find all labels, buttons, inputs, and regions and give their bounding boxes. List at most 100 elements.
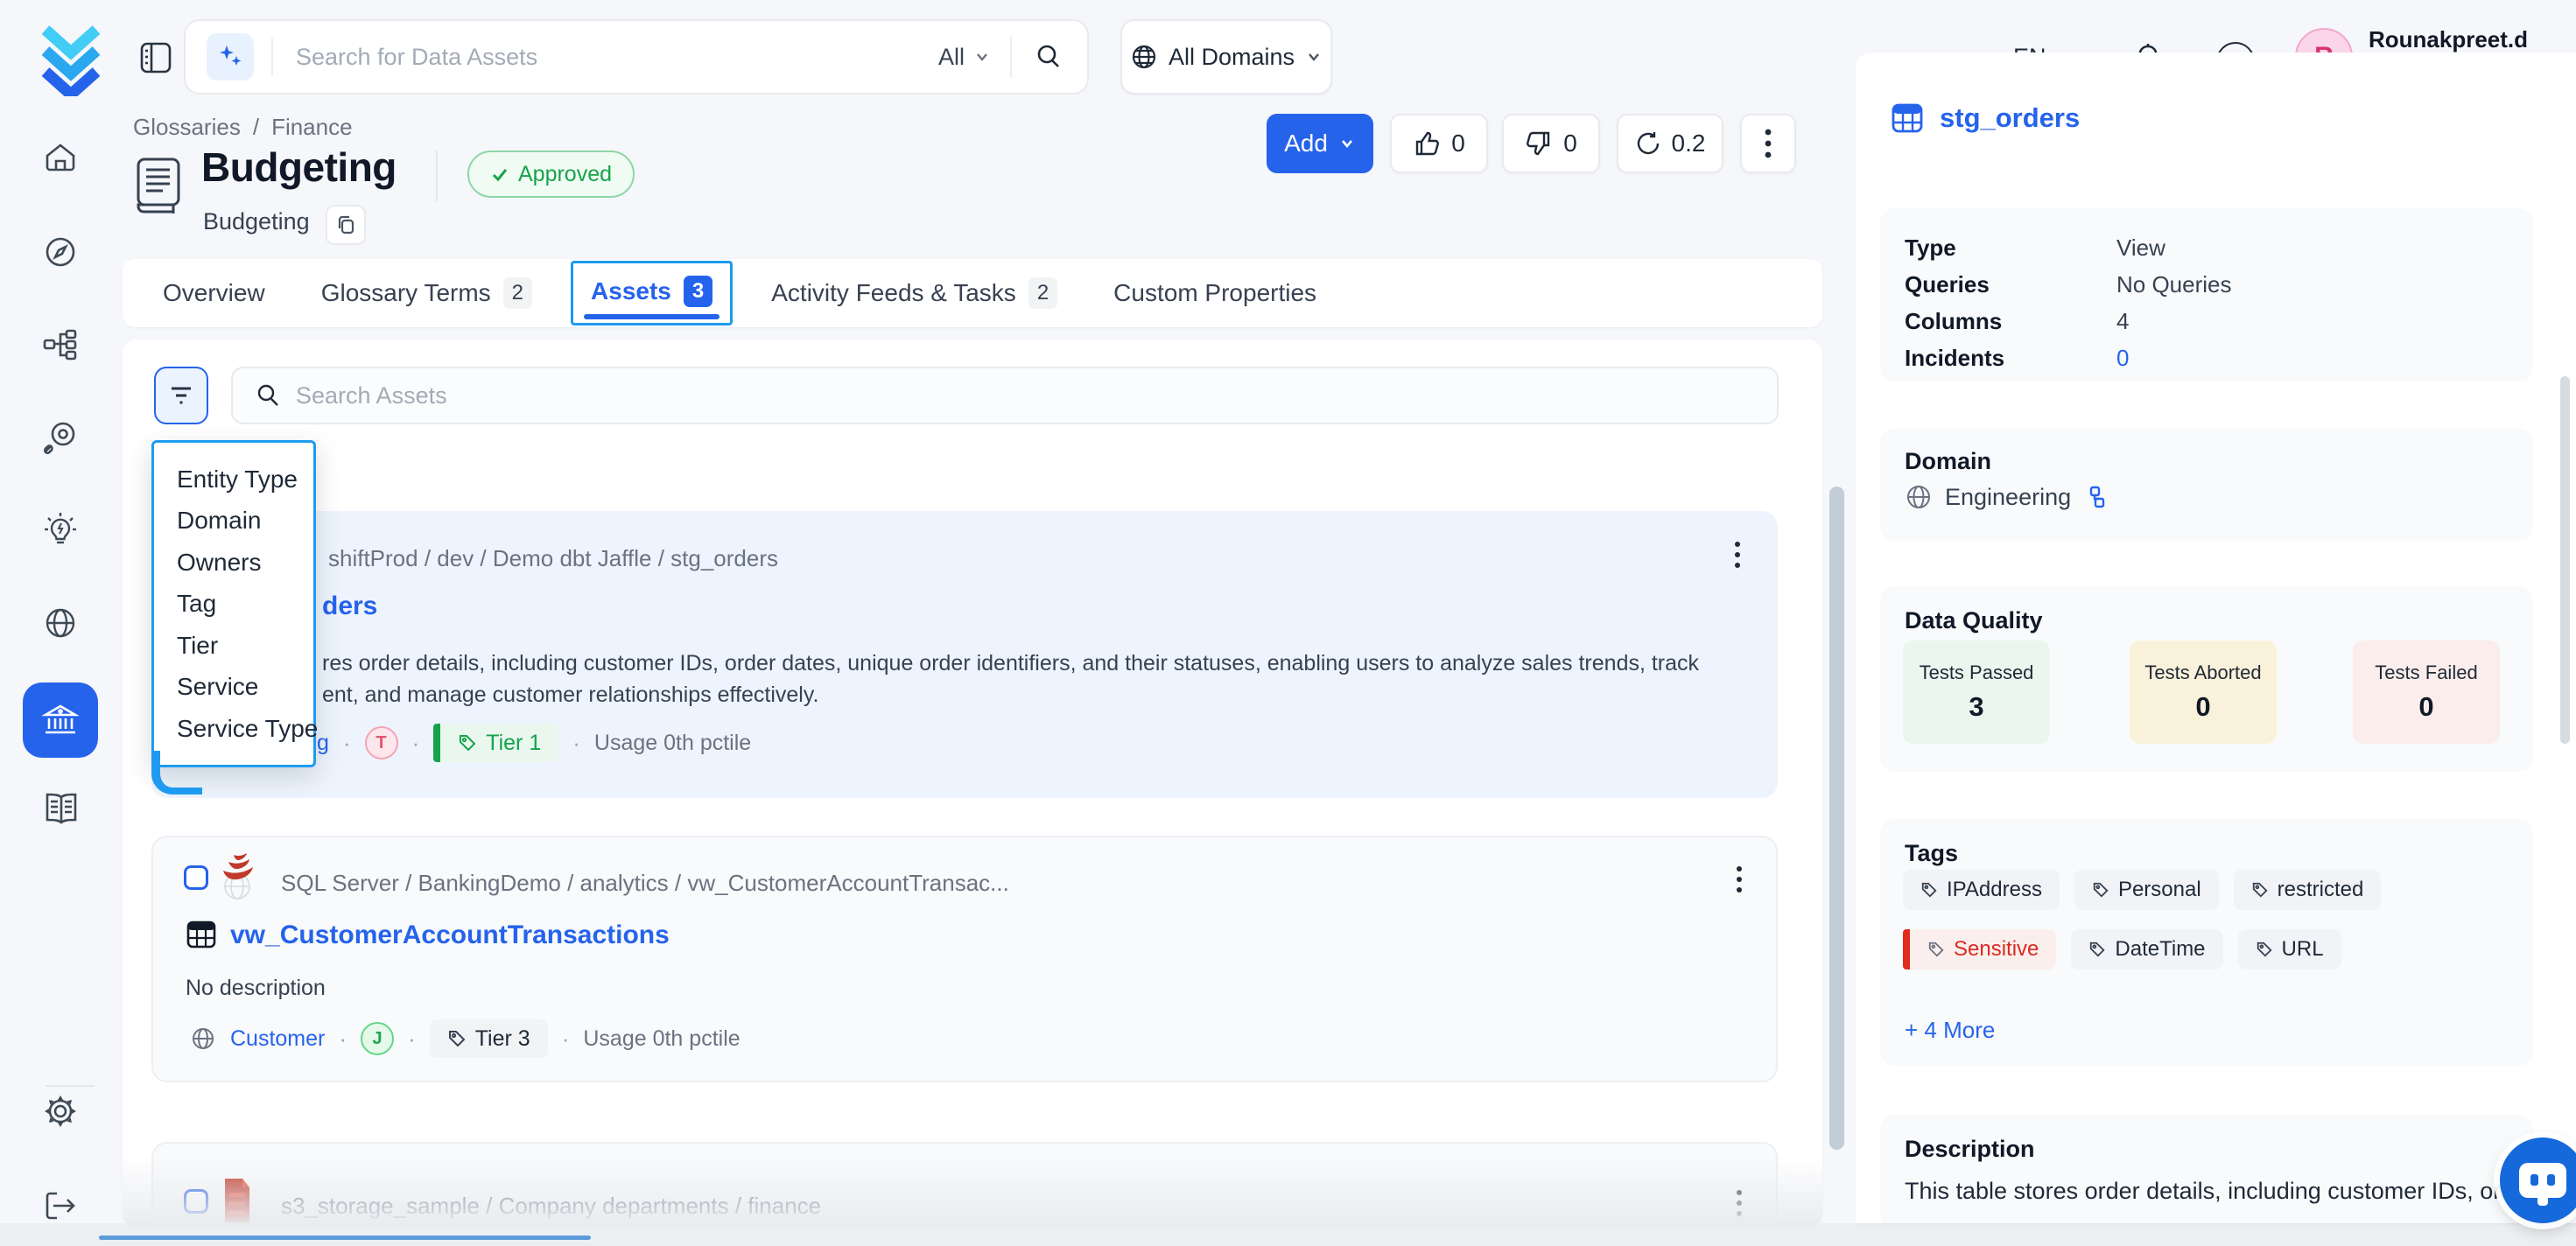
tag-restricted[interactable]: restricted — [2234, 870, 2382, 910]
asset-card-menu-icon[interactable] — [1718, 536, 1757, 574]
gear-icon — [41, 1092, 80, 1130]
horizontal-scrollbar[interactable] — [99, 1236, 591, 1240]
tab-assets[interactable]: Assets 3 — [586, 276, 718, 307]
s3-storage-icon — [218, 1173, 256, 1227]
selected-card-highlight — [151, 751, 202, 794]
asset-card-stg-orders[interactable]: shiftProd / dev / Demo dbt Jaffle / stg_… — [151, 511, 1778, 798]
asset-card-vw-customeraccounttransactions[interactable]: SQL Server / BankingDemo / analytics / v… — [151, 836, 1778, 1082]
filter-option-service[interactable]: Service — [154, 673, 313, 701]
assets-search-bar[interactable] — [231, 367, 1779, 424]
breadcrumb-finance[interactable]: Finance — [271, 114, 353, 141]
tag-icon — [2256, 941, 2273, 958]
tag-icon — [458, 733, 477, 752]
chevron-down-icon — [1338, 135, 1356, 152]
filter-option-service-type[interactable]: Service Type — [154, 715, 313, 743]
filter-option-tag[interactable]: Tag — [154, 590, 313, 618]
ai-sparkle-icon — [207, 33, 254, 80]
global-search-input[interactable] — [296, 44, 938, 71]
domain-value-link[interactable]: Engineering — [1945, 484, 2071, 511]
details-asset-title[interactable]: stg_orders — [1940, 102, 2080, 134]
owner-avatar[interactable]: J — [361, 1022, 394, 1055]
type-value: View — [2116, 234, 2165, 262]
search-icon[interactable] — [1033, 41, 1064, 73]
tests-failed-stat: Tests Failed 0 — [2353, 640, 2500, 744]
search-icon — [254, 382, 282, 410]
tab-activity-feeds[interactable]: Activity Feeds & Tasks 2 — [766, 277, 1063, 309]
sql-server-icon — [218, 853, 262, 902]
tier-badge[interactable]: Tier 1 — [433, 724, 558, 762]
sidebar-item-logout[interactable] — [41, 1186, 80, 1225]
tag-datetime[interactable]: DateTime — [2071, 929, 2222, 970]
glossary-term-icon — [131, 156, 186, 217]
bank-icon — [40, 700, 81, 740]
tag-url[interactable]: URL — [2238, 929, 2341, 970]
asset-domain-link[interactable]: Customer — [230, 1026, 325, 1052]
globe-icon — [1130, 43, 1158, 71]
globe-icon — [1905, 483, 1933, 511]
details-panel-scrollbar[interactable] — [2560, 376, 2570, 744]
queries-value: No Queries — [2116, 271, 2232, 298]
asset-description-line2: ent, and manage customer relationships e… — [322, 682, 818, 708]
data-quality-card: Data Quality Tests Passed 3 Tests Aborte… — [1880, 586, 2533, 772]
sidebar-item-settings[interactable] — [41, 1092, 80, 1130]
columns-label: Columns — [1905, 308, 2116, 335]
asset-card-menu-icon[interactable] — [1720, 860, 1758, 899]
assets-search-input[interactable] — [296, 382, 1756, 410]
chatbot-button[interactable] — [2500, 1138, 2576, 1223]
version-button[interactable]: 0.2 — [1617, 114, 1723, 173]
tab-glossary-terms-count: 2 — [503, 277, 532, 309]
sidebar-item-discover[interactable] — [41, 233, 80, 271]
version-count: 0.2 — [1672, 130, 1706, 158]
type-label: Type — [1905, 234, 2116, 262]
incidents-value-link[interactable]: 0 — [2116, 345, 2129, 372]
tag-ipaddress[interactable]: IPAddress — [1903, 870, 2060, 910]
sidebar-item-profiling[interactable] — [41, 418, 80, 457]
filter-button[interactable] — [154, 367, 208, 424]
app-window: All All Domains EN ? R Rounakpreet.d — [0, 0, 2576, 1246]
owner-avatar[interactable]: T — [365, 726, 398, 760]
add-button[interactable]: Add — [1267, 114, 1373, 173]
atlan-logo-icon[interactable] — [35, 21, 107, 96]
tab-glossary-terms[interactable]: Glossary Terms 2 — [316, 277, 537, 309]
downvote-button[interactable]: 0 — [1502, 114, 1600, 173]
tab-custom-properties[interactable]: Custom Properties — [1108, 279, 1322, 307]
sidebar-item-glossary[interactable] — [41, 789, 80, 828]
asset-title-link[interactable]: ders — [322, 592, 377, 621]
tag-sensitive[interactable]: Sensitive — [1903, 929, 2056, 970]
search-scope-dropdown[interactable]: All — [938, 44, 991, 71]
asset-checkbox[interactable] — [184, 1189, 208, 1214]
sidebar-toggle-icon[interactable] — [138, 40, 173, 75]
tab-overview[interactable]: Overview — [158, 279, 270, 307]
sidebar-item-insights[interactable] — [41, 511, 80, 550]
asset-title-link[interactable]: vw_CustomerAccountTransactions — [230, 920, 670, 950]
main-scrollbar[interactable] — [1829, 486, 1844, 1150]
upvote-button[interactable]: 0 — [1390, 114, 1488, 173]
sidebar-item-products[interactable] — [41, 326, 80, 364]
tab-activity-count: 2 — [1028, 277, 1057, 309]
breadcrumb-glossaries[interactable]: Glossaries — [133, 114, 241, 141]
sidebar-item-home[interactable] — [41, 138, 80, 177]
all-domains-selector[interactable]: All Domains — [1120, 19, 1332, 94]
filter-option-tier[interactable]: Tier — [154, 632, 313, 660]
more-actions-button[interactable] — [1740, 114, 1796, 173]
globe-icon — [190, 1026, 216, 1052]
tags-more-link[interactable]: + 4 More — [1905, 1017, 1995, 1044]
filter-option-owners[interactable]: Owners — [154, 549, 313, 577]
filter-option-entity-type[interactable]: Entity Type — [154, 466, 313, 494]
asset-checkbox[interactable] — [184, 865, 208, 890]
copy-icon[interactable] — [326, 205, 366, 245]
asset-domain-link[interactable]: g — [317, 731, 329, 756]
filter-option-domain[interactable]: Domain — [154, 507, 313, 535]
asset-card-finance-department[interactable]: s3_storage_sample / Company departments … — [151, 1142, 1778, 1227]
sidebar-item-domains[interactable] — [41, 604, 80, 642]
sidebar-item-governance-active[interactable] — [23, 682, 98, 758]
tier-badge[interactable]: Tier 3 — [430, 1019, 548, 1058]
tags-title: Tags — [1905, 840, 1958, 867]
asset-card-menu-icon[interactable] — [1720, 1184, 1758, 1222]
status-badge[interactable]: Approved — [467, 150, 635, 198]
global-search-bar[interactable]: All — [184, 19, 1089, 94]
tabs-bar: Overview Glossary Terms 2 Assets 3 Activ… — [123, 259, 1822, 327]
tag-personal[interactable]: Personal — [2074, 870, 2219, 910]
asset-path: SQL Server / BankingDemo / analytics / v… — [281, 870, 1009, 897]
hierarchy-link-icon[interactable] — [2083, 486, 2106, 508]
